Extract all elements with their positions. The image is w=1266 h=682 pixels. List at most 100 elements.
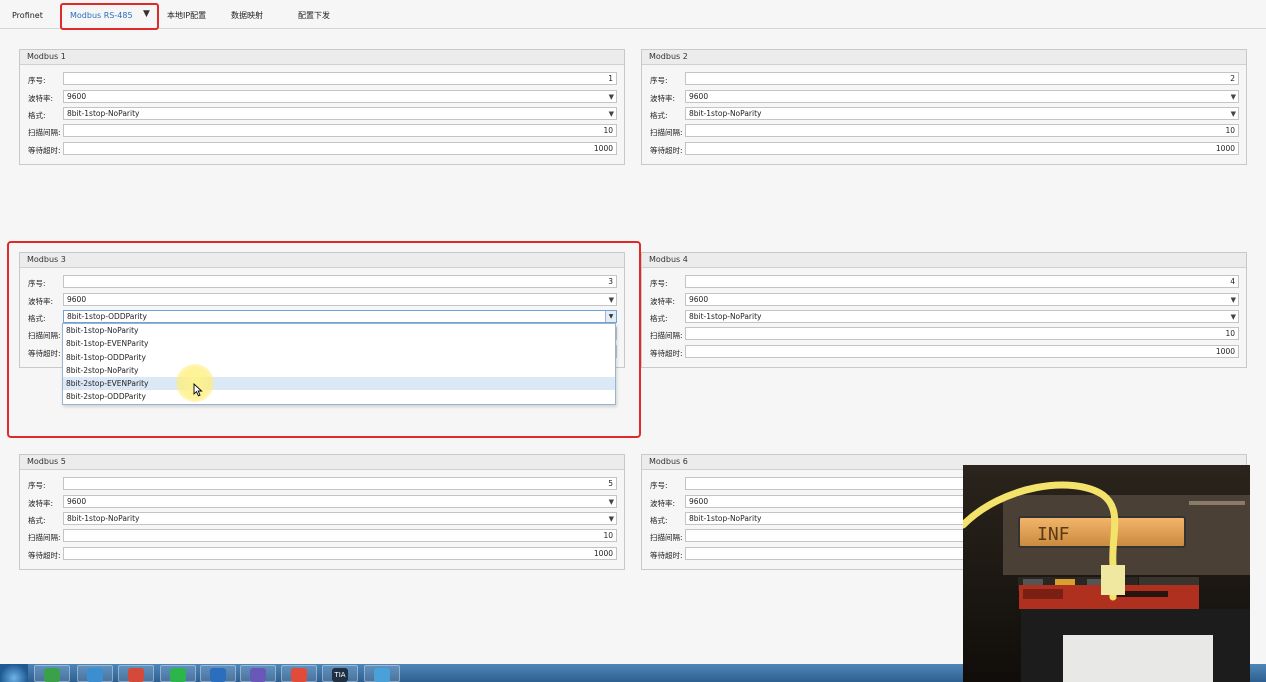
group-title: Modbus 2 — [642, 50, 1246, 65]
seq-field[interactable]: 2 — [685, 72, 1239, 85]
scan-interval-label: 扫描间隔: — [650, 128, 683, 137]
baud-select[interactable]: 9600 ▼ — [63, 495, 617, 508]
format-value: 8bit-1stop-NoParity — [689, 109, 762, 118]
scan-interval-label: 扫描间隔: — [650, 331, 683, 340]
wechat-icon — [170, 668, 186, 682]
scan-interval-field[interactable]: 10 — [685, 327, 1239, 340]
chrome-icon — [128, 668, 144, 682]
taskbar-remote-button[interactable] — [364, 665, 400, 682]
dropdown-arrow-icon[interactable]: ▼ — [609, 513, 614, 524]
baud-value: 9600 — [67, 497, 87, 506]
taskbar-building-button[interactable] — [240, 665, 276, 682]
group-title: Modbus 3 — [20, 253, 624, 268]
baud-select[interactable]: 9600 ▼ — [63, 90, 617, 103]
dropdown-arrow-icon[interactable]: ▼ — [605, 311, 616, 322]
modbus-1-group: Modbus 1 序号: 1 波特率: 9600 ▼ 格式: 8bit-1stop-No… — [19, 49, 625, 165]
tab-data-mapping[interactable]: 数据映射 — [231, 0, 263, 28]
baud-label: 波特率: — [28, 94, 54, 103]
format-option[interactable]: 8bit-2stop-NoParity — [63, 364, 615, 377]
scan-interval-label: 扫描间隔: — [28, 533, 61, 542]
seq-field[interactable]: 1 — [63, 72, 617, 85]
dropdown-arrow-icon[interactable]: ▼ — [1231, 311, 1236, 322]
ie-icon — [44, 668, 60, 682]
format-label: 格式: — [650, 314, 668, 323]
taskbar-network-button[interactable] — [77, 665, 113, 682]
format-option[interactable]: 8bit-1stop-ODDParity — [63, 351, 615, 364]
format-option-hovered[interactable]: 8bit-2stop-EVENParity — [63, 377, 615, 391]
mouse-pointer-icon — [193, 383, 203, 397]
taskbar-ie-button[interactable] — [34, 665, 70, 682]
tab-local-ip-config[interactable]: 本地IP配置 — [167, 0, 206, 28]
format-select[interactable]: 8bit-1stop-NoParity ▼ — [63, 512, 617, 525]
start-orb-icon[interactable] — [0, 664, 28, 682]
format-label: 格式: — [28, 111, 46, 120]
taskbar-app-button[interactable] — [200, 665, 236, 682]
seq-label: 序号: — [28, 279, 46, 288]
seq-label: 序号: — [650, 279, 668, 288]
baud-select[interactable]: 9600 ▼ — [685, 293, 1239, 306]
taskbar-chrome-button[interactable] — [118, 665, 154, 682]
timeout-field[interactable]: 1000 — [63, 142, 617, 155]
scan-interval-label: 扫描间隔: — [28, 331, 61, 340]
seq-field[interactable]: 3 — [63, 275, 617, 288]
format-dropdown-list: 8bit-1stop-NoParity 8bit-1stop-EVENParit… — [62, 323, 616, 405]
timeout-label: 等待超时: — [650, 551, 683, 560]
scan-interval-label: 扫描间隔: — [28, 128, 61, 137]
seq-label: 序号: — [650, 481, 668, 490]
seq-field[interactable]: 4 — [685, 275, 1239, 288]
format-select[interactable]: 8bit-1stop-NoParity ▼ — [685, 107, 1239, 120]
format-select[interactable]: 8bit-1stop-NoParity ▼ — [685, 310, 1239, 323]
modbus-5-group: Modbus 5 序号: 5 波特率: 9600 ▼ 格式: 8bit-1stop-No… — [19, 454, 625, 570]
baud-label: 波特率: — [650, 297, 676, 306]
taskbar-tia-button[interactable]: TIA — [322, 665, 358, 682]
dropdown-arrow-icon[interactable]: ▼ — [1231, 91, 1236, 102]
group-title: Modbus 1 — [20, 50, 624, 65]
webcam-video-overlay: INF — [963, 465, 1250, 682]
taskbar-wps-button[interactable] — [281, 665, 317, 682]
baud-select[interactable]: 9600 ▼ — [63, 293, 617, 306]
baud-select[interactable]: 9600 ▼ — [685, 90, 1239, 103]
scan-interval-field[interactable]: 10 — [685, 124, 1239, 137]
format-value: 8bit-1stop-NoParity — [67, 514, 140, 523]
wps-icon — [291, 668, 307, 682]
format-value: 8bit-1stop-NoParity — [689, 514, 762, 523]
baud-label: 波特率: — [650, 94, 676, 103]
app-icon — [210, 668, 226, 682]
dropdown-arrow-icon[interactable]: ▼ — [609, 496, 614, 507]
dropdown-arrow-icon[interactable]: ▼ — [609, 108, 614, 119]
timeout-label: 等待超时: — [650, 146, 683, 155]
format-option[interactable]: 8bit-1stop-EVENParity — [63, 337, 615, 350]
baud-value: 9600 — [689, 295, 709, 304]
scan-interval-field[interactable]: 10 — [63, 124, 617, 137]
tab-highlight-annotation — [60, 3, 159, 30]
baud-label: 波特率: — [650, 499, 676, 508]
baud-value: 9600 — [67, 295, 87, 304]
dropdown-arrow-icon[interactable]: ▼ — [609, 294, 614, 305]
format-select[interactable]: 8bit-1stop-NoParity ▼ — [63, 107, 617, 120]
seq-field[interactable]: 5 — [63, 477, 617, 490]
format-select[interactable]: 8bit-1stop-ODDParity ▼ — [63, 310, 617, 323]
tia-icon: TIA — [332, 668, 348, 682]
tab-config-download[interactable]: 配置下发 — [298, 0, 330, 28]
modbus-4-group: Modbus 4 序号: 4 波特率: 9600 ▼ 格式: 8bit-1stop-No… — [641, 252, 1247, 368]
top-tab-bar: Profinet Modbus RS-485 ▼ 本地IP配置 数据映射 配置下… — [0, 0, 1266, 29]
timeout-field[interactable]: 1000 — [685, 142, 1239, 155]
baud-label: 波特率: — [28, 499, 54, 508]
dropdown-arrow-icon[interactable]: ▼ — [1231, 294, 1236, 305]
format-option[interactable]: 8bit-2stop-ODDParity — [63, 390, 615, 403]
baud-value: 9600 — [689, 497, 709, 506]
remote-icon — [374, 668, 390, 682]
dropdown-arrow-icon[interactable]: ▼ — [1231, 108, 1236, 119]
format-value: 8bit-1stop-NoParity — [689, 312, 762, 321]
taskbar-wechat-button[interactable] — [160, 665, 196, 682]
format-option[interactable]: 8bit-1stop-NoParity — [63, 324, 615, 337]
scan-interval-field[interactable]: 10 — [63, 529, 617, 542]
tab-profinet[interactable]: Profinet — [12, 0, 43, 28]
seq-label: 序号: — [28, 76, 46, 85]
hardware-photo: INF — [963, 465, 1250, 682]
timeout-field[interactable]: 1000 — [63, 547, 617, 560]
building-icon — [250, 668, 266, 682]
dropdown-arrow-icon[interactable]: ▼ — [609, 91, 614, 102]
timeout-field[interactable]: 1000 — [685, 345, 1239, 358]
baud-value: 9600 — [67, 92, 87, 101]
